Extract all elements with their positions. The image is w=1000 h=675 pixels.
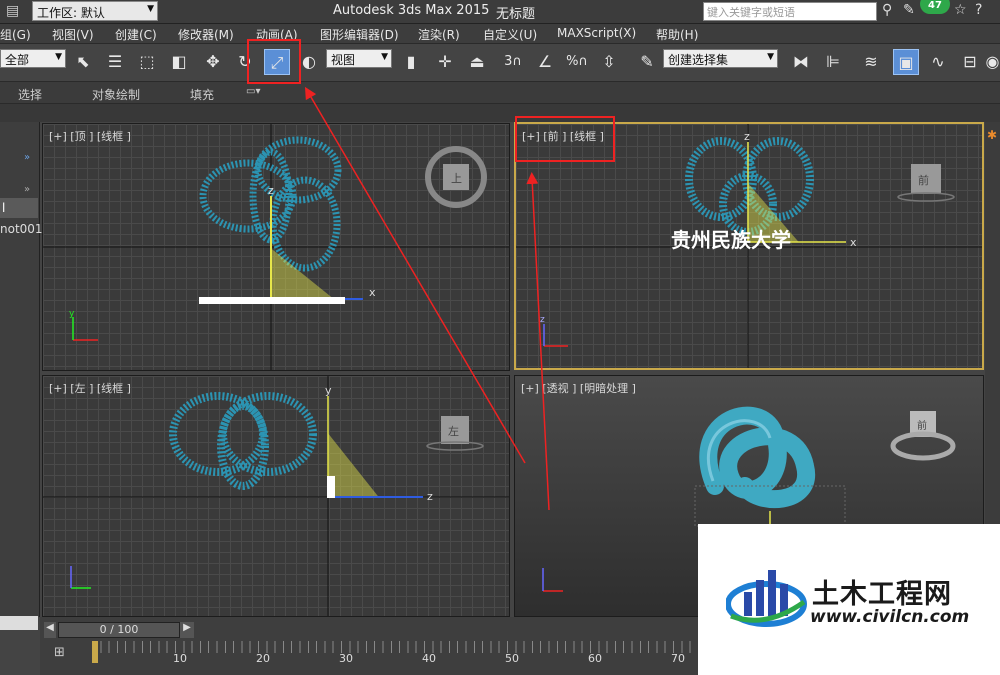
civilcn-logo-icon	[726, 570, 807, 627]
watermark-name: 土木工程网	[812, 579, 952, 610]
watermark-url: www.civilcn.com	[810, 607, 970, 627]
